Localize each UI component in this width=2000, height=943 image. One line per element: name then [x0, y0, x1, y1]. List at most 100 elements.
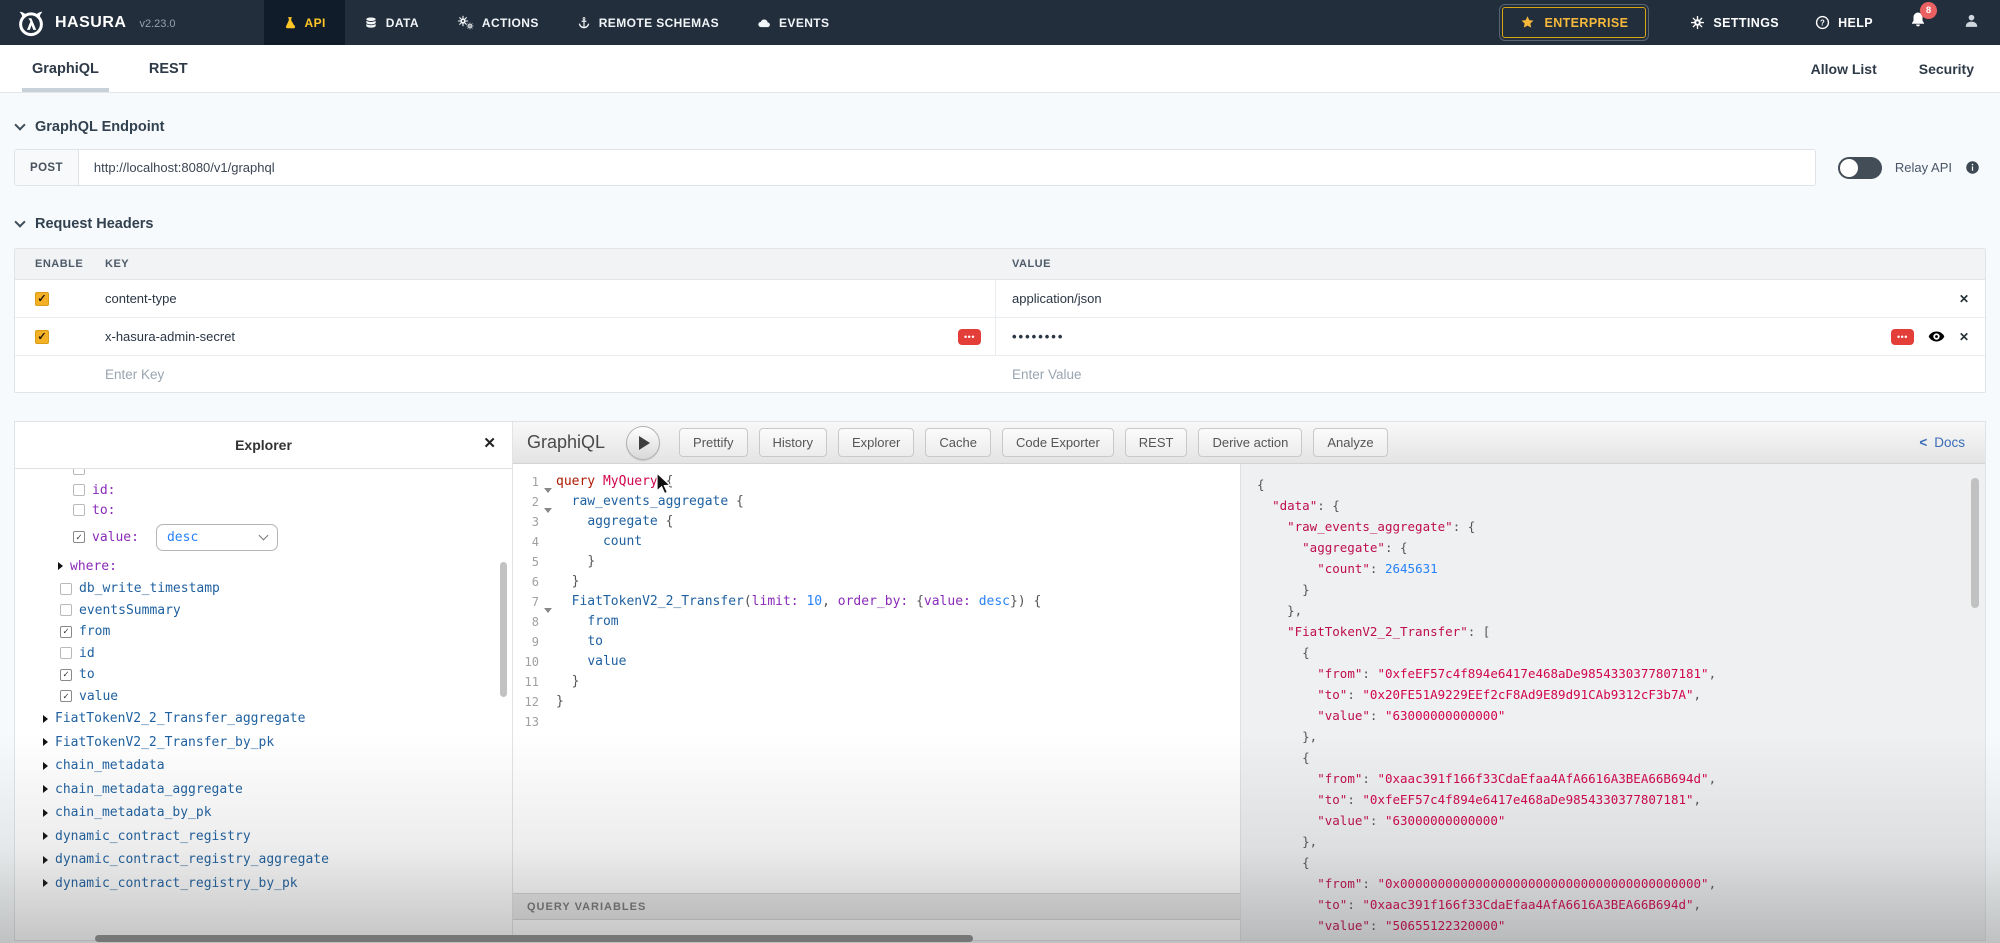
toolbar-button-cache[interactable]: Cache	[925, 428, 991, 457]
remove-header-icon[interactable]: ✕	[1959, 292, 1969, 306]
checkbox[interactable]	[73, 504, 85, 516]
horizontal-scrollbar-thumb[interactable]	[95, 935, 973, 942]
collection-label: FiatTokenV2_2_Transfer_aggregate	[55, 711, 305, 726]
explorer-collection-row[interactable]: dynamic_contract_registry_aggregate	[43, 848, 512, 872]
notification-badge: 8	[1920, 2, 1937, 19]
result-line: {	[1257, 642, 1985, 663]
user-menu-button[interactable]	[1963, 12, 1980, 34]
checkbox[interactable]	[73, 484, 85, 496]
explorer-item-clipped	[73, 469, 512, 476]
top-navbar: HASURA v2.23.0 API DATA ACTIONS REMOTE S…	[0, 0, 2000, 45]
security-link[interactable]: Security	[1919, 61, 1974, 77]
header-key-input[interactable]: x-hasura-admin-secret	[105, 329, 235, 344]
result-line: "from": "0xaac391f166f33CdaEfaa4AfA6616A…	[1257, 768, 1985, 789]
explorer-arg-row[interactable]: id:	[73, 480, 512, 500]
explorer-collection-row[interactable]: dynamic_contract_registry	[43, 825, 512, 849]
explorer-field-row[interactable]: ✓from	[60, 621, 512, 643]
execute-query-button[interactable]	[626, 426, 660, 460]
graphiql-toolbar: GraphiQL PrettifyHistoryExplorerCacheCod…	[513, 422, 1985, 464]
new-value-input[interactable]: Enter Value	[1012, 367, 1082, 382]
header-key-input[interactable]: content-type	[105, 291, 177, 306]
explorer-arg-row[interactable]: to:	[73, 500, 512, 520]
settings-button[interactable]: SETTINGS	[1690, 15, 1779, 30]
remove-header-icon[interactable]: ✕	[1959, 330, 1969, 344]
info-icon[interactable]	[1965, 160, 1980, 175]
checkbox[interactable]: ✓	[73, 531, 85, 543]
nav-item-remote-schemas[interactable]: REMOTE SCHEMAS	[558, 0, 738, 45]
explorer-where-toggle[interactable]: where:	[58, 554, 512, 578]
toolbar-button-rest[interactable]: REST	[1125, 428, 1188, 457]
explorer-arg-row[interactable]: ✓value:desc	[73, 520, 512, 554]
fold-gutter	[539, 672, 556, 692]
endpoint-url-input[interactable]: http://localhost:8080/v1/graphql	[79, 150, 1815, 185]
field-label: id	[79, 646, 95, 661]
checkbox[interactable]: ✓	[60, 626, 72, 638]
help-button[interactable]: HELP	[1815, 15, 1873, 30]
nav-item-api[interactable]: API	[264, 0, 345, 45]
enterprise-button[interactable]: ENTERPRISE	[1502, 7, 1646, 38]
toolbar-button-analyze[interactable]: Analyze	[1313, 428, 1387, 457]
close-icon[interactable]: ✕	[483, 434, 496, 452]
admin-secret-badge-icon[interactable]: •••	[958, 329, 981, 345]
header-enabled-checkbox[interactable]: ✓	[35, 292, 49, 306]
results-scrollbar-thumb[interactable]	[1971, 478, 1979, 608]
query-variables-bar[interactable]: QUERY VARIABLES	[513, 893, 1240, 920]
explorer-collection-row[interactable]: chain_metadata_aggregate	[43, 778, 512, 802]
toolbar-button-history[interactable]: History	[759, 428, 827, 457]
explorer-collection-row[interactable]: FiatTokenV2_2_Transfer_by_pk	[43, 731, 512, 755]
explorer-field-row[interactable]: eventsSummary	[60, 600, 512, 622]
checkbox[interactable]	[60, 604, 72, 616]
checkbox[interactable]	[60, 583, 72, 595]
explorer-collection-row[interactable]: dynamic_contract_registry_by_pk	[43, 872, 512, 896]
fold-gutter	[539, 692, 556, 712]
question-circle-icon	[1815, 15, 1830, 30]
nav-item-data[interactable]: DATA	[345, 0, 438, 45]
explorer-collection-row[interactable]: chain_metadata	[43, 754, 512, 778]
header-enabled-checkbox[interactable]: ✓	[35, 330, 49, 344]
eye-icon[interactable]	[1928, 328, 1945, 345]
line-number: 10	[513, 652, 539, 672]
nav-item-label: EVENTS	[779, 16, 829, 30]
explorer-field-row[interactable]: db_write_timestamp	[60, 578, 512, 600]
checkbox[interactable]: ✓	[60, 669, 72, 681]
result-line: "raw_events_aggregate": {	[1257, 516, 1985, 537]
graphql-endpoint-heading[interactable]: GraphQL Endpoint	[16, 119, 1986, 135]
explorer-tree[interactable]: id:to:✓value:desc where: db_write_timest…	[15, 469, 512, 940]
toolbar-button-prettify[interactable]: Prettify	[679, 428, 747, 457]
code-line: 11 }	[513, 672, 1240, 692]
explorer-collection-row[interactable]: FiatTokenV2_2_Transfer_aggregate	[43, 707, 512, 731]
header-value-input[interactable]: application/json	[1012, 291, 1102, 306]
request-headers-heading[interactable]: Request Headers	[16, 216, 1986, 232]
hasura-brand[interactable]: HASURA v2.23.0	[16, 8, 176, 38]
allow-list-link[interactable]: Allow List	[1811, 61, 1877, 77]
nav-item-actions[interactable]: ACTIONS	[438, 0, 558, 45]
explorer-scrollbar-thumb[interactable]	[500, 562, 507, 697]
new-key-input[interactable]: Enter Key	[105, 367, 164, 382]
sort-direction-select[interactable]: desc	[156, 524, 278, 551]
toolbar-button-derive-action[interactable]: Derive action	[1198, 428, 1302, 457]
notifications-button[interactable]: 8	[1909, 11, 1927, 34]
tab-rest[interactable]: REST	[143, 45, 194, 92]
explorer-field-row[interactable]: ✓to	[60, 664, 512, 686]
toolbar-button-explorer[interactable]: Explorer	[838, 428, 914, 457]
request-headers-table: ENABLE KEY VALUE ✓ content-type applicat…	[14, 248, 1986, 393]
checkbox[interactable]: ✓	[60, 690, 72, 702]
http-method-label: POST	[15, 150, 79, 185]
subnav-links: Allow List Security	[1811, 45, 1974, 92]
nav-item-events[interactable]: EVENTS	[738, 0, 848, 45]
query-editor[interactable]: 1query MyQuery {2 raw_events_aggregate {…	[513, 464, 1240, 893]
docs-link[interactable]: < Docs	[1919, 435, 1973, 450]
checkbox[interactable]	[60, 647, 72, 659]
explorer-field-row[interactable]: id	[60, 643, 512, 665]
tab-graphiql[interactable]: GraphiQL	[26, 45, 105, 92]
table-row-new: Enter Key Enter Value	[15, 356, 1985, 392]
table-header-row: ENABLE KEY VALUE	[15, 249, 1985, 280]
relay-api-label: Relay API	[1895, 160, 1952, 175]
relay-api-toggle[interactable]	[1838, 157, 1882, 179]
explorer-collection-row[interactable]: chain_metadata_by_pk	[43, 801, 512, 825]
toolbar-button-code-exporter[interactable]: Code Exporter	[1002, 428, 1114, 457]
admin-secret-badge-icon[interactable]: •••	[1891, 329, 1914, 345]
explorer-field-row[interactable]: ✓value	[60, 686, 512, 708]
collection-label: dynamic_contract_registry_by_pk	[55, 876, 298, 891]
header-value-input[interactable]: ••••••••	[1012, 329, 1064, 344]
